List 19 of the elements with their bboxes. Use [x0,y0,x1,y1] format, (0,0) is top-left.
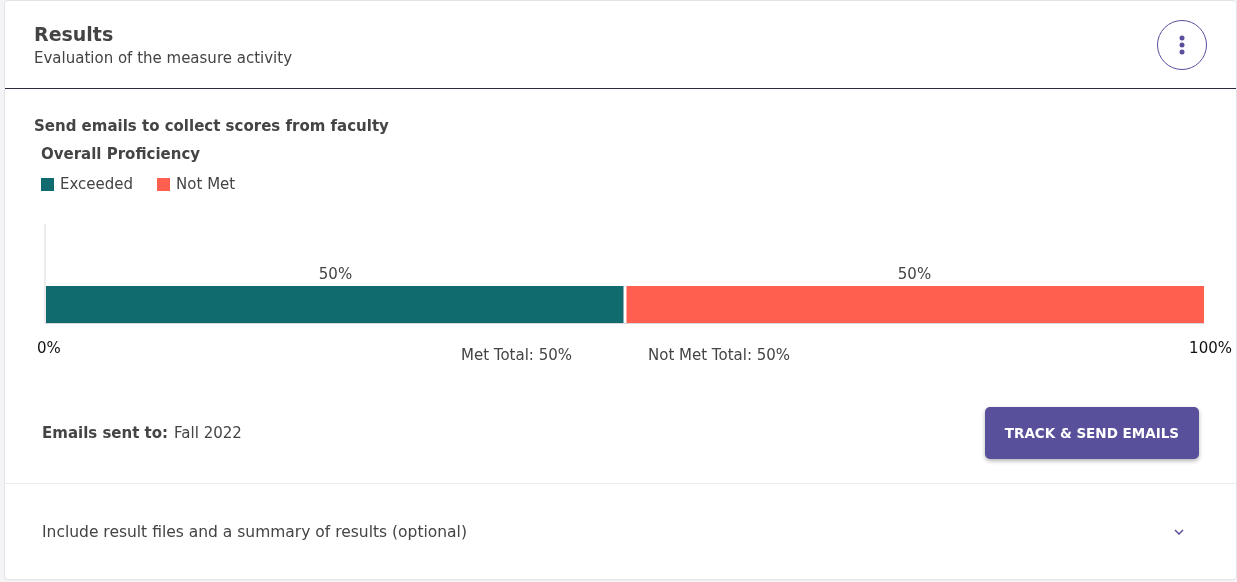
legend-label: Not Met [176,175,236,193]
emails-label: Emails sent to: [42,424,169,442]
more-icon [1179,34,1185,55]
section-title: Send emails to collect scores from faculty [34,117,390,135]
chart-title: Overall Proficiency [41,145,202,163]
emails-value: Fall 2022 [174,424,242,442]
axis-tick-label: 0% [37,339,61,357]
card-subtitle: Evaluation of the measure activity [34,48,292,67]
more-options-button[interactable] [1157,19,1207,70]
accordion-header[interactable]: Include result files and a summary of results (optional) [5,483,1236,579]
track-send-emails-button[interactable]: TRACK & SEND EMAILS [984,407,1199,459]
bar-value-label: 50% [318,265,353,283]
legend-label: Exceeded [60,175,134,193]
card-title: Results [34,22,115,45]
total-label: Met Total: 50% [461,346,572,364]
bar-value-label: 50% [897,265,932,283]
axis-tick-label: 100% [1189,339,1232,357]
accordion-label: Include result files and a summary of results (optional) [42,522,467,541]
total-label: Not Met Total: 50% [648,346,791,364]
